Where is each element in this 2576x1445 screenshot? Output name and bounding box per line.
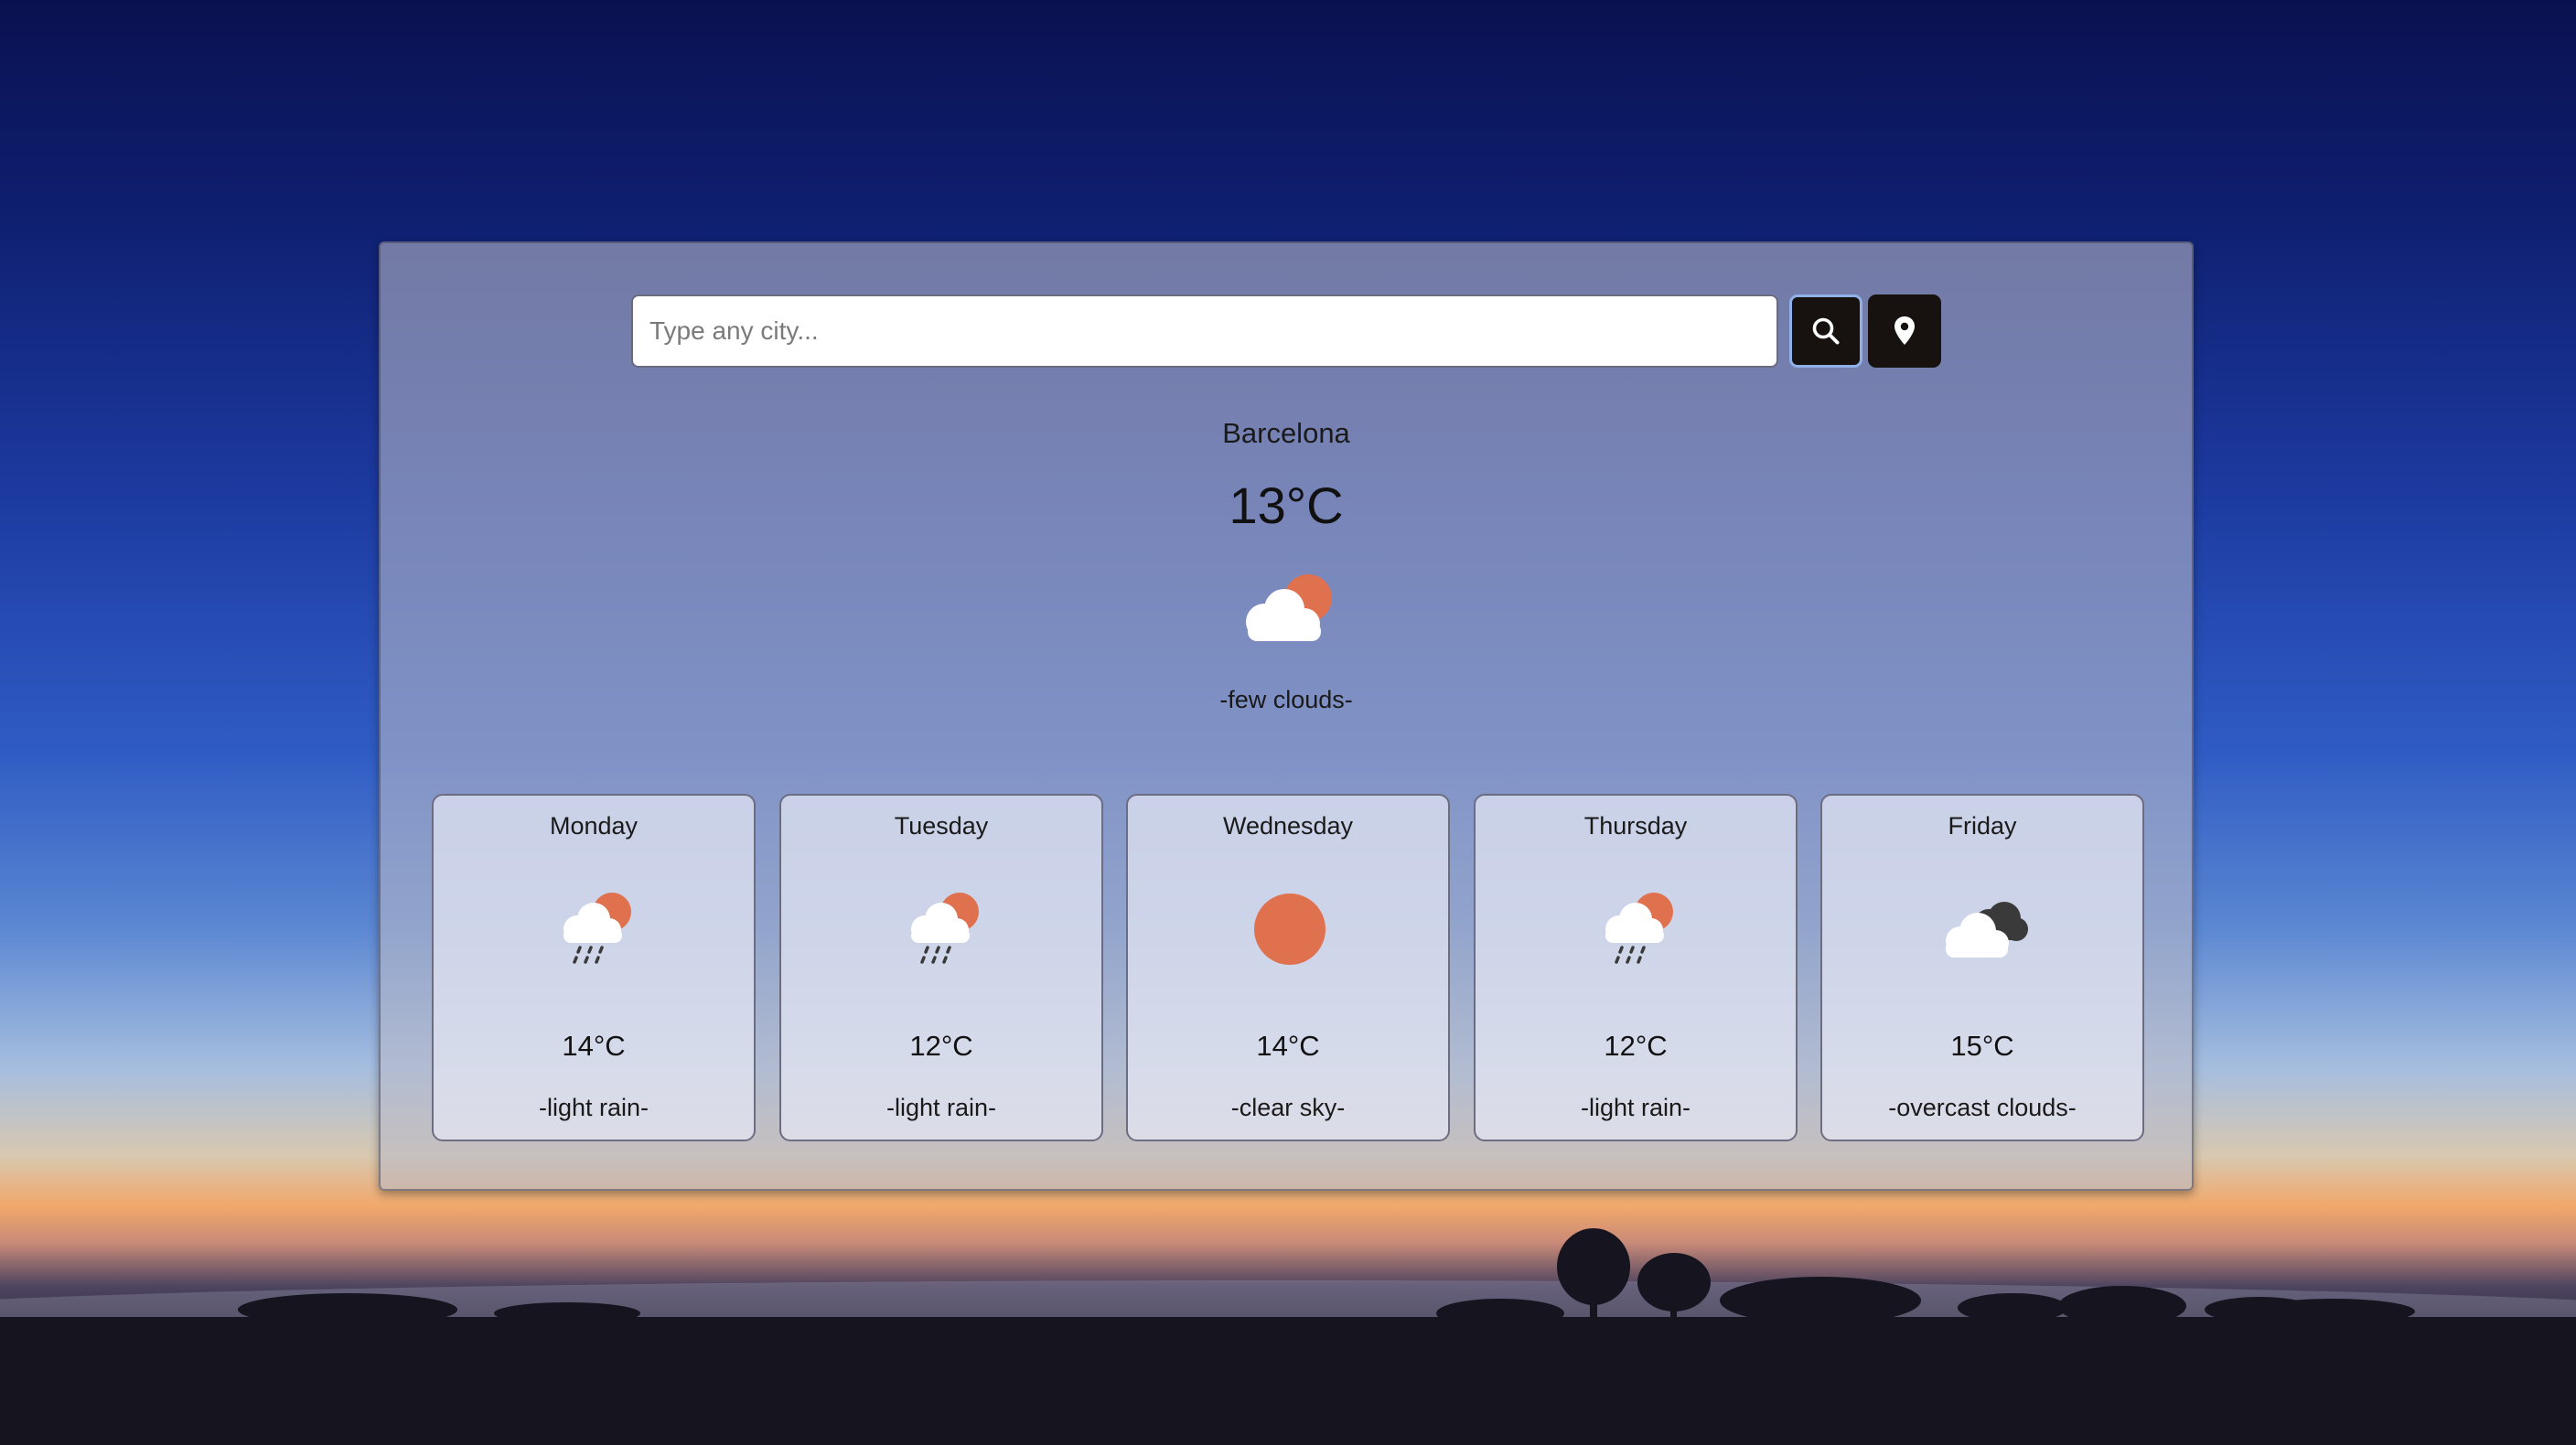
forecast-day: Wednesday <box>1222 812 1354 840</box>
forecast-temperature: 14°C <box>562 1030 626 1062</box>
forecast-day: Thursday <box>1583 812 1688 840</box>
clear-sky-icon <box>1254 894 1326 965</box>
forecast-description: -light rain- <box>886 1094 997 1121</box>
forecast-card-monday: Monday 14°C -light rain- <box>432 794 756 1141</box>
forecast-card-thursday: Thursday 12°C -light rain- <box>1474 794 1798 1141</box>
city-name: Barcelona <box>1222 417 1350 449</box>
forecast-description: -clear sky- <box>1230 1094 1346 1121</box>
forecast-temperature: 14°C <box>1256 1030 1320 1062</box>
forecast-description: -overcast clouds- <box>1888 1094 2077 1121</box>
location-pin-icon <box>1894 316 1915 345</box>
forecast-day: Friday <box>1948 812 2017 840</box>
few-clouds-icon <box>1246 574 1332 641</box>
location-button[interactable] <box>1868 294 1941 368</box>
forecast-description: -light rain- <box>1580 1094 1691 1121</box>
forecast-card-wednesday: Wednesday 14°C -clear sky- <box>1126 794 1450 1141</box>
search-icon <box>1812 317 1840 345</box>
light-rain-icon <box>911 893 979 964</box>
forecast-temperature: 12°C <box>1604 1030 1668 1062</box>
search-button[interactable] <box>1789 294 1862 368</box>
forecast-day: Tuesday <box>894 812 989 840</box>
forecast-day: Monday <box>549 812 639 840</box>
forecast-description: -light rain- <box>538 1094 649 1121</box>
weather-panel: Barcelona 13°C -few clouds- Monday 14°C … <box>379 241 2194 1191</box>
forecast-card-tuesday: Tuesday 12°C -light rain- <box>779 794 1103 1141</box>
current-temperature: 13°C <box>1229 476 1344 534</box>
forecast-card-friday: Friday 15°C -overcast clouds- <box>1820 794 2144 1141</box>
overcast-clouds-icon <box>1946 902 2028 958</box>
current-weather-description: -few clouds- <box>1219 686 1353 713</box>
light-rain-icon <box>564 893 631 964</box>
light-rain-icon <box>1605 893 1673 964</box>
forecast-temperature: 12°C <box>909 1030 973 1062</box>
forecast-temperature: 15°C <box>1950 1030 2014 1062</box>
city-search-input[interactable] <box>631 294 1778 368</box>
